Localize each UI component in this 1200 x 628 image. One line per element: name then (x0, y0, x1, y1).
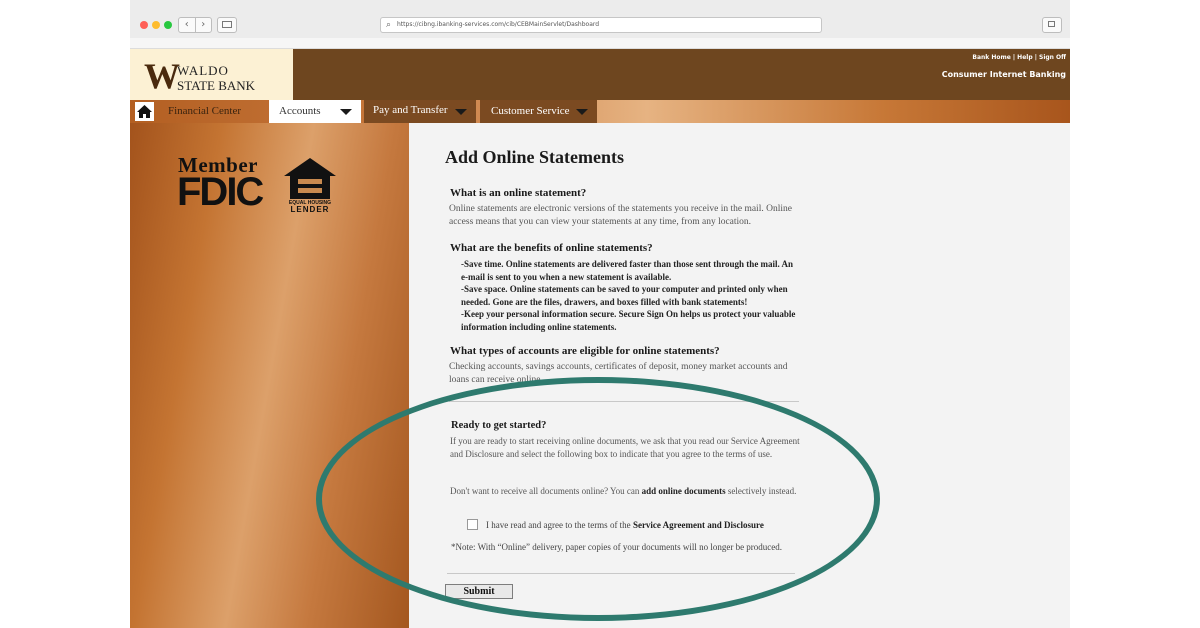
divider (449, 401, 799, 402)
agree-label: I have read and agree to the terms of th… (486, 520, 764, 530)
alt-text-post: selectively instead. (725, 486, 797, 496)
service-agreement-link[interactable]: Service Agreement and Disclosure (633, 520, 764, 530)
equal-housing-lender-logo: EQUAL HOUSING LENDER (282, 156, 338, 214)
faq-answer-1: Online statements are electronic version… (449, 204, 792, 227)
alt-text: Don't want to receive all documents onli… (450, 485, 808, 498)
submit-button[interactable]: Submit (445, 584, 513, 599)
bank-header: W WALDO STATE BANK Bank Home | Help | Si… (130, 49, 1070, 100)
chevron-down-icon (576, 109, 588, 115)
chevron-down-icon (455, 109, 467, 115)
close-window-button[interactable] (140, 21, 148, 29)
faq-question-1: What is an online statement? (450, 187, 587, 199)
nav-pay-transfer-label: Pay and Transfer (373, 104, 448, 116)
ready-title: Ready to get started? (451, 420, 547, 431)
home-button[interactable] (135, 102, 154, 121)
history-nav: ‹ › (178, 17, 212, 33)
divider (447, 573, 795, 574)
add-online-documents-link[interactable]: add online documents (642, 486, 726, 496)
faq-answer-3: Checking accounts, savings accounts, cer… (449, 362, 788, 385)
faq-question-3: What types of accounts are eligible for … (450, 345, 720, 357)
nav-financial-center[interactable]: Financial Center (168, 100, 241, 123)
browser-tab-strip (130, 38, 1070, 49)
maximize-window-button[interactable] (164, 21, 172, 29)
agree-label-pre: I have read and agree to the terms of th… (486, 520, 633, 530)
home-icon (137, 105, 152, 118)
benefit-item: -Save space. Online statements can be sa… (461, 284, 788, 307)
bank-logo[interactable]: W WALDO STATE BANK (130, 49, 293, 100)
benefit-item: -Save time. Online statements are delive… (461, 259, 794, 282)
agree-checkbox[interactable] (467, 519, 478, 530)
equal-housing-icon (284, 158, 336, 199)
header-links[interactable]: Bank Home | Help | Sign Off (972, 54, 1066, 61)
logo-mark: W (144, 56, 180, 96)
nav-accounts[interactable]: Accounts (269, 100, 361, 123)
ehl-lender-text: LENDER (290, 205, 330, 214)
chevron-down-icon (340, 109, 352, 115)
back-icon[interactable]: ‹ (179, 18, 196, 32)
address-bar[interactable]: ⌕ https://cibng.ibanking-services.com/ci… (380, 17, 822, 33)
search-icon: ⌕ (386, 20, 392, 30)
fdic-logo: FDIC (177, 170, 264, 214)
bank-name-line1: WALDO (177, 63, 229, 78)
browser-window: ‹ › ⌕ https://cibng.ibanking-services.co… (130, 0, 1070, 628)
url-text: https://cibng.ibanking-services.com/cib/… (397, 21, 600, 28)
page-title: Add Online Statements (445, 147, 625, 167)
header-subtitle: Consumer Internet Banking (941, 70, 1066, 79)
nav-accounts-label: Accounts (279, 105, 321, 117)
tabs-overview-icon[interactable] (1042, 17, 1062, 33)
ready-text: If you are ready to start receiving onli… (450, 436, 800, 459)
main-content: Add Online Statements What is an online … (409, 123, 1070, 628)
faq-question-2: What are the benefits of online statemen… (450, 242, 653, 254)
browser-toolbar: ‹ › ⌕ https://cibng.ibanking-services.co… (130, 0, 1070, 39)
nav-customer-service-label: Customer Service (491, 105, 570, 117)
main-nav: Financial Center Accounts Pay and Transf… (130, 100, 1070, 123)
alt-text-pre: Don't want to receive all documents onli… (450, 486, 642, 496)
bank-name-line2: STATE BANK (177, 78, 256, 93)
delivery-note: *Note: With “Online” delivery, paper cop… (451, 542, 783, 552)
nav-pay-transfer[interactable]: Pay and Transfer (364, 100, 476, 123)
nav-customer-service[interactable]: Customer Service (480, 100, 597, 123)
sidebar-toggle-icon[interactable] (217, 17, 237, 33)
benefit-item: -Keep your personal information secure. … (461, 309, 796, 332)
forward-icon[interactable]: › (196, 18, 212, 32)
left-panel: Member FDIC EQUAL HOUSING LENDER (130, 123, 409, 628)
minimize-window-button[interactable] (152, 21, 160, 29)
